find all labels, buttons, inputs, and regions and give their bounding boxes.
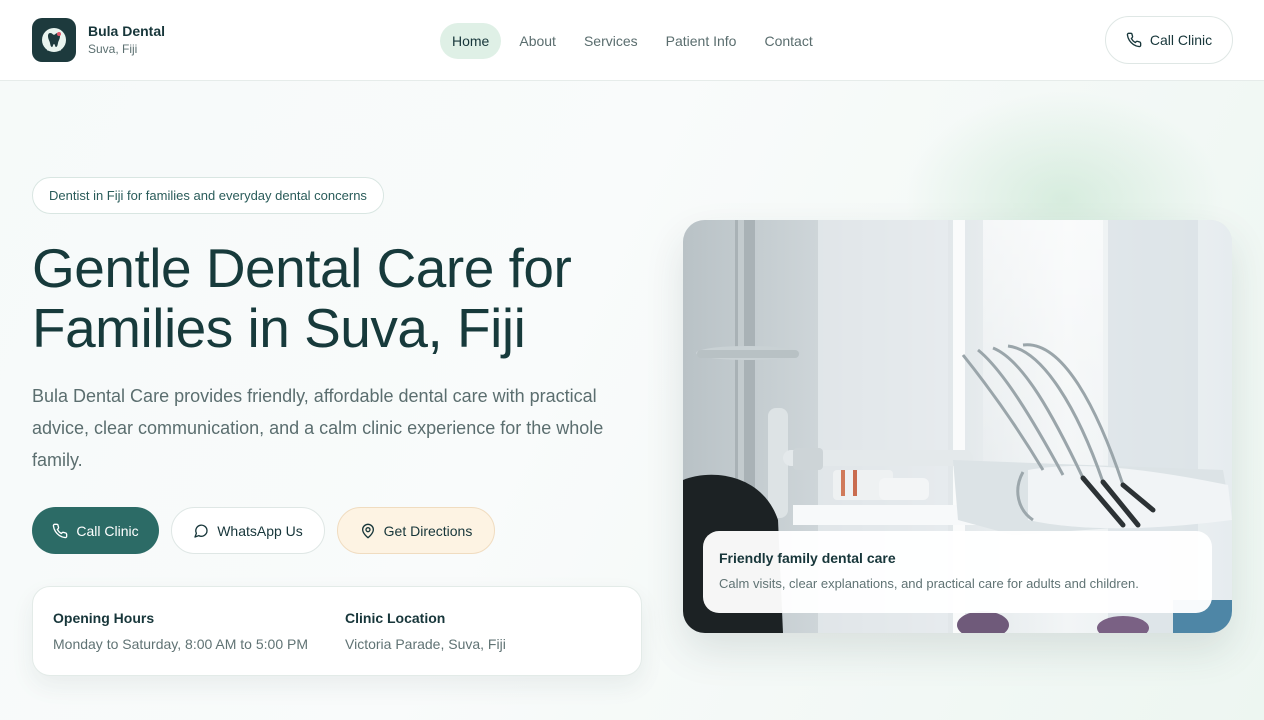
nav-item-services[interactable]: Services xyxy=(570,23,652,59)
photo-caption-title: Friendly family dental care xyxy=(719,550,896,566)
opening-hours-label: Opening Hours xyxy=(53,610,155,626)
photo-caption-card: Friendly family dental care Calm visits,… xyxy=(703,531,1212,613)
call-clinic-label: Call Clinic xyxy=(76,522,139,539)
nav-item-home[interactable]: Home xyxy=(440,23,502,59)
clinic-location: Clinic Location Victoria Parade, Suva, F… xyxy=(345,609,506,653)
opening-hours: Opening Hours Monday to Saturday, 8:00 A… xyxy=(53,609,308,653)
hero-description: Bula Dental Care provides friendly, affo… xyxy=(32,386,604,470)
photo-caption-text: Calm visits, clear explanations, and pra… xyxy=(719,576,1139,591)
get-directions-button[interactable]: Get Directions xyxy=(337,507,495,554)
clinic-location-value: Victoria Parade, Suva, Fiji xyxy=(345,636,506,652)
clinic-location-label: Clinic Location xyxy=(345,610,446,626)
whatsapp-button[interactable]: WhatsApp Us xyxy=(171,507,325,554)
call-clinic-button[interactable]: Call Clinic xyxy=(32,507,159,554)
brand[interactable]: Bula Dental Suva, Fiji xyxy=(32,18,165,62)
phone-icon xyxy=(53,523,68,538)
whatsapp-label: WhatsApp Us xyxy=(217,522,303,539)
header-call-button[interactable]: Call Clinic xyxy=(1105,16,1233,64)
hero-title: Gentle Dental Care for Families in Suva,… xyxy=(32,237,572,359)
brand-location: Suva, Fiji xyxy=(88,42,138,56)
clinic-info-card: Opening Hours Monday to Saturday, 8:00 A… xyxy=(32,586,642,676)
brand-name: Bula Dental xyxy=(88,23,166,39)
chat-bubble-icon xyxy=(194,523,208,538)
phone-icon xyxy=(1126,32,1142,48)
site-header: Bula Dental Suva, Fiji Home About Servic… xyxy=(0,0,1264,81)
map-pin-icon xyxy=(361,523,374,538)
nav-item-contact[interactable]: Contact xyxy=(750,23,826,59)
nav-item-about[interactable]: About xyxy=(505,23,570,59)
nav-item-patient-info[interactable]: Patient Info xyxy=(652,23,751,59)
hero-badge: Dentist in Fiji for families and everyda… xyxy=(32,177,384,214)
main-nav: Home About Services Patient Info Contact xyxy=(440,23,827,59)
get-directions-label: Get Directions xyxy=(383,522,473,539)
hero-photo: Friendly family dental care Calm visits,… xyxy=(683,220,1232,633)
opening-hours-value: Monday to Saturday, 8:00 AM to 5:00 PM xyxy=(53,636,308,652)
tooth-logo-icon xyxy=(32,18,76,62)
header-call-label: Call Clinic xyxy=(1149,32,1213,48)
